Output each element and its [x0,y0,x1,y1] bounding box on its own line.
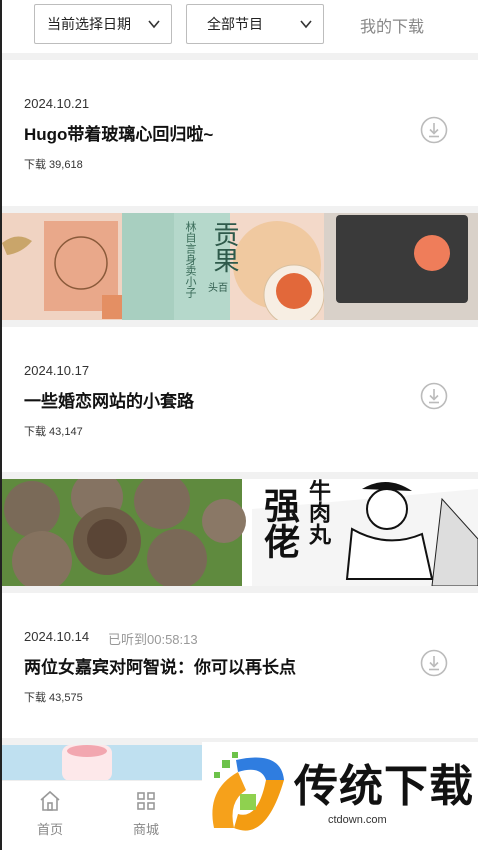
divider [2,53,478,60]
download-icon[interactable] [420,382,448,410]
my-downloads-link[interactable]: 我的下载 [360,13,424,37]
episode-download-count: 下载 43,147 [24,426,83,438]
ad-banner-beef-balls[interactable]: 强佬 牛肉丸 [2,479,478,586]
episode-download-count: 下载 43,575 [24,692,83,704]
chevron-down-icon [148,20,160,29]
episode-progress-heard: 已听到00:58:13 [108,632,198,647]
banner-beef-brand: 强佬 [258,487,300,559]
program-dropdown[interactable]: 全部节目 [186,4,324,44]
banner-partial-artwork [2,745,202,781]
date-dropdown[interactable]: 当前选择日期 [34,4,172,44]
episode-date: 2024.10.14 [24,629,90,644]
nav-mall[interactable]: 商城 [116,789,176,838]
program-dropdown-label: 全部节目 [207,16,263,32]
episode-download-count: 下载 39,618 [24,159,83,171]
home-icon [40,790,60,811]
watermark-url: ctdown.com [328,814,387,826]
grid-icon [137,792,155,810]
episode-item[interactable]: 2024.10.14 已听到00:58:13 两位女嘉宾对阿智说：你可以再长点 … [2,593,478,739]
banner-tea-vertical-text: 林自言身卖小子 [184,221,196,298]
divider [2,206,478,213]
episode-date: 2024.10.17 [24,363,90,378]
nav-mall-label: 商城 [132,822,159,837]
watermark-text: 传统下载 [294,761,474,812]
date-dropdown-label: 当前选择日期 [47,16,131,32]
banner-tea-brand: 贡果 [209,221,239,273]
chevron-down-icon [300,20,312,29]
ad-banner-tea[interactable]: 贡果 头百 林自言身卖小子 [2,213,478,320]
divider [2,320,478,327]
download-icon[interactable] [420,116,448,144]
download-icon[interactable] [420,649,448,677]
episode-date: 2024.10.21 [24,96,90,111]
banner-beef-product: 牛肉丸 [305,479,331,545]
banner-tea-subtext: 头百 [208,283,228,294]
episode-title: 一些婚恋网站的小套路 [24,392,194,411]
episode-item[interactable]: 2024.10.17 一些婚恋网站的小套路 下载 43,147 [2,327,478,473]
divider [2,472,478,479]
filter-bar: 当前选择日期 全部节目 我的下载 [2,0,478,52]
banner-beef-artwork [2,479,478,586]
divider [2,586,478,593]
nav-home[interactable]: 首页 [20,789,80,838]
watermark: 传统下载 ctdown.com [202,742,478,850]
episode-title: Hugo带着玻璃心回归啦~ [24,125,214,144]
episode-item[interactable]: 2024.10.21 Hugo带着玻璃心回归啦~ 下载 39,618 [2,60,478,207]
nav-home-label: 首页 [36,822,63,837]
episode-title: 两位女嘉宾对阿智说：你可以再长点 [24,658,296,677]
watermark-logo-icon [212,752,284,831]
